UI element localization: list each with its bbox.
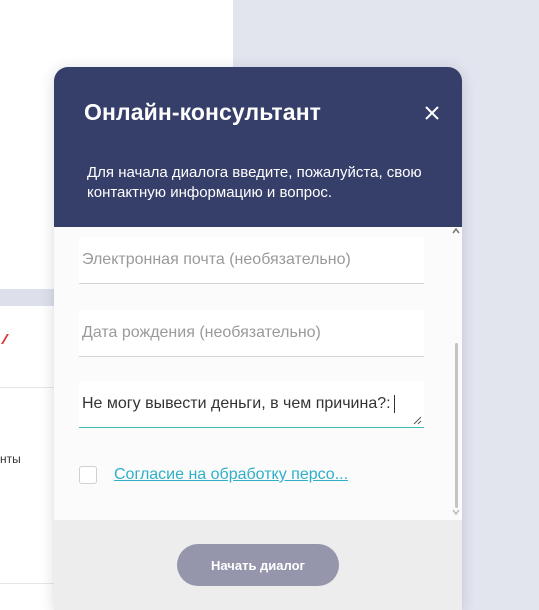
message-text: Не могу вывести деньги, в чем причина?: [82, 395, 391, 412]
contact-form: Не могу вывести деньги, в чем причина?: … [54, 227, 462, 520]
close-icon [425, 106, 439, 120]
close-button[interactable] [422, 103, 442, 123]
widget-footer: Начать диалог [54, 520, 462, 610]
birthdate-field[interactable] [79, 324, 424, 342]
email-field-wrapper [79, 237, 424, 284]
scroll-down-arrow-icon[interactable] [452, 508, 460, 516]
consent-link[interactable]: Согласие на обработку персо... [114, 466, 348, 484]
consent-checkbox[interactable] [79, 466, 97, 484]
birthdate-field-wrapper [79, 310, 424, 357]
widget-header: Онлайн-консультант Для начала диалога вв… [54, 67, 462, 227]
email-field[interactable] [79, 251, 424, 269]
background-partial-text: нты [0, 452, 21, 466]
resize-grip-icon[interactable] [413, 416, 422, 425]
widget-subtitle: Для начала диалога введите, пожалуйста, … [87, 164, 422, 201]
online-consultant-widget: Онлайн-консультант Для начала диалога вв… [54, 67, 462, 610]
consent-row: Согласие на обработку персо... [79, 465, 348, 485]
form-scrollbar[interactable] [450, 227, 462, 520]
scroll-up-arrow-icon[interactable] [452, 227, 460, 235]
widget-title: Онлайн-консультант [84, 99, 322, 125]
message-textarea[interactable]: Не могу вывести деньги, в чем причина?: [79, 381, 424, 428]
scrollbar-thumb[interactable] [455, 343, 458, 508]
start-dialog-button[interactable]: Начать диалог [177, 544, 339, 586]
text-caret [393, 395, 395, 413]
